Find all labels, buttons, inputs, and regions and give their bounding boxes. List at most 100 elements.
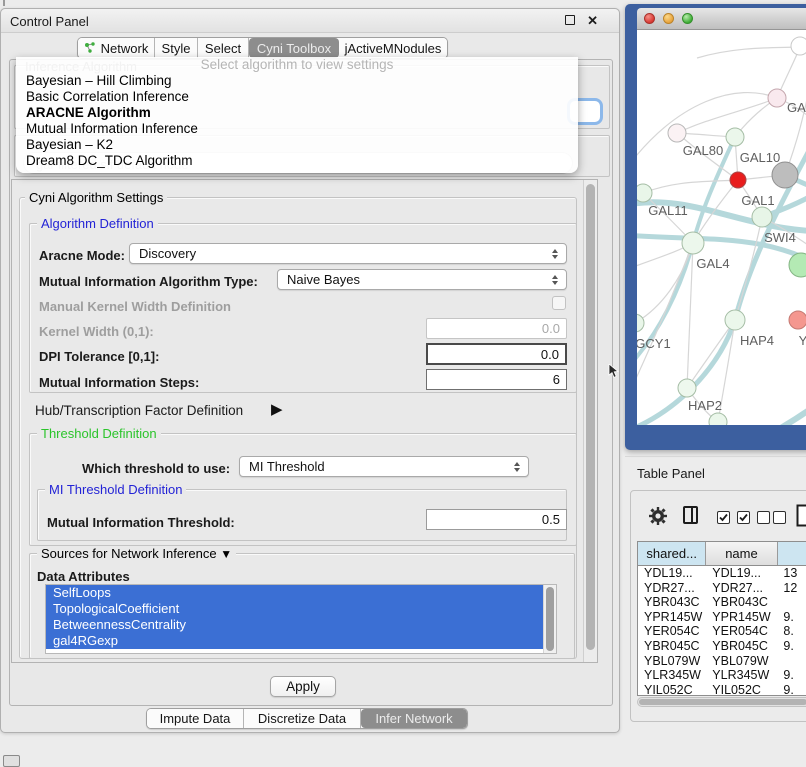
cell [777, 654, 806, 669]
aracne-mode-combo[interactable]: Discovery [129, 243, 567, 264]
window-minimize-button[interactable] [663, 13, 674, 24]
mi-steps-input[interactable]: 6 [426, 369, 567, 390]
new-file-icon[interactable] [796, 504, 806, 527]
sources-title: Sources for Network Inference ▼ [37, 547, 236, 561]
tab-discretize-data[interactable]: Discretize Data [244, 709, 361, 728]
apply-button-label: Apply [286, 679, 320, 694]
sources-collapse-arrow-icon[interactable]: ▼ [220, 547, 232, 561]
list-item[interactable]: TopologicalCoefficient [46, 601, 544, 617]
dropdown-item[interactable]: Basic Correlation Inference [16, 89, 578, 105]
mi-type-label: Mutual Information Algorithm Type: [39, 274, 258, 289]
control-panel: Control Panel ✕ Network Style Select Cyn… [0, 8, 620, 733]
cell: YER054C [638, 624, 706, 639]
minimized-panel-icon[interactable] [3, 755, 20, 767]
mi-steps-value: 6 [553, 372, 560, 387]
column-header-partial[interactable]: A [778, 542, 806, 565]
table-row[interactable]: YIL052C YIL052C 9. [638, 683, 806, 696]
table-row[interactable]: YBR043C YBR043C [638, 595, 806, 610]
table-row[interactable]: YBR045C YBR045C 9. [638, 639, 806, 654]
cell: YBR045C [638, 639, 706, 654]
tab-jactivemnodules-label: jActiveMNodules [345, 41, 442, 56]
select-all-checks-icon[interactable] [717, 511, 750, 529]
node-gal11 [637, 184, 652, 202]
window-zoom-button[interactable] [682, 13, 693, 24]
table-horizontal-scrollbar[interactable] [637, 697, 806, 707]
cell: YBR043C [638, 595, 706, 610]
node [768, 89, 786, 107]
cell: YDL19... [706, 566, 777, 581]
dropdown-item[interactable]: Bayesian – K2 [16, 137, 578, 153]
table-scrollbar-thumb[interactable] [639, 699, 806, 705]
panel-title: Control Panel [10, 14, 89, 29]
settings-scrollbar-thumb[interactable] [586, 184, 595, 650]
tab-style[interactable]: Style [155, 38, 198, 58]
hub-expander-arrow-icon[interactable]: ▶ [271, 400, 283, 418]
node-swi4 [752, 207, 772, 227]
mi-type-combo[interactable]: Naive Bayes [277, 269, 567, 290]
mi-threshold-label: Mutual Information Threshold: [47, 515, 235, 530]
deselect-all-checks-icon[interactable] [757, 511, 786, 529]
cell: 9. [777, 610, 806, 625]
table-row[interactable]: YLR345W YLR345W 9. [638, 668, 806, 683]
table-panel: shared... name A YDL19... YDL19... 13 YD… [630, 490, 806, 722]
stepper-icon [547, 275, 563, 285]
algorithm-definition-title: Algorithm Definition [37, 217, 158, 230]
column-header-shared-name[interactable]: shared... [638, 542, 706, 565]
dropdown-item-selected[interactable]: ARACNE Algorithm [16, 105, 578, 121]
tab-cyni-toolbox[interactable]: Cyni Toolbox [249, 38, 339, 58]
network-view-window: GAL GAL80 GAL10 GAL1 GAL11 SWI4 GAL4 GCY… [625, 4, 806, 450]
cell: YIL052C [638, 683, 706, 696]
algorithm-dropdown-list: Select algorithm to view settings Bayesi… [16, 57, 578, 173]
gear-icon[interactable] [649, 507, 667, 525]
list-vertical-scrollbar[interactable] [543, 585, 556, 653]
tab-network[interactable]: Network [78, 38, 155, 58]
tab-select-label: Select [205, 41, 241, 56]
dpi-tolerance-input[interactable]: 0.0 [426, 343, 567, 365]
cell: YER054C [706, 624, 777, 639]
tab-jactivemnodules[interactable]: jActiveMNodules [339, 38, 447, 58]
float-panel-icon[interactable] [565, 15, 575, 25]
table-row[interactable]: YDR27... YDR27... 12 [638, 581, 806, 596]
mi-steps-label: Mutual Information Steps: [39, 375, 199, 390]
list-item[interactable]: gal4RGexp [46, 633, 544, 649]
dropdown-item[interactable]: Dream8 DC_TDC Algorithm [16, 153, 578, 169]
network-window-titlebar[interactable] [637, 8, 806, 30]
mi-threshold-input[interactable]: 0.5 [426, 509, 567, 530]
kernel-width-input[interactable]: 0.0 [426, 318, 567, 339]
close-panel-icon[interactable]: ✕ [587, 13, 598, 29]
list-item[interactable]: SelfLoops [46, 585, 544, 601]
mi-threshold-title: MI Threshold Definition [45, 483, 186, 496]
tab-infer-network[interactable]: Infer Network [361, 709, 467, 728]
cell: 9. [777, 639, 806, 654]
column-header-name[interactable]: name [706, 542, 777, 565]
which-threshold-combo[interactable]: MI Threshold [239, 456, 529, 477]
table-row[interactable]: YDL19... YDL19... 13 [638, 566, 806, 581]
apply-button[interactable]: Apply [270, 676, 336, 697]
table-body: YDL19... YDL19... 13 YDR27... YDR27... 1… [638, 566, 806, 696]
list-item[interactable]: BetweennessCentrality [46, 617, 544, 633]
dropdown-item[interactable]: Bayesian – Hill Climbing [16, 73, 578, 89]
dropdown-item[interactable]: Mutual Information Inference [16, 121, 578, 137]
node-gcy1 [637, 314, 644, 332]
kernel-width-label: Kernel Width (0,1): [39, 324, 154, 339]
network-canvas[interactable]: GAL GAL80 GAL10 GAL1 GAL11 SWI4 GAL4 GCY… [637, 30, 806, 425]
cell: 12 [777, 581, 806, 596]
manual-kernel-checkbox[interactable] [552, 296, 566, 310]
split-columns-icon[interactable] [683, 506, 698, 524]
which-threshold-value: MI Threshold [240, 459, 509, 474]
dropdown-placeholder: Select algorithm to view settings [16, 57, 578, 73]
window-close-button[interactable] [644, 13, 655, 24]
data-attributes-list: SelfLoops TopologicalCoefficient Between… [45, 584, 557, 654]
table-row[interactable]: YER054C YER054C 8. [638, 624, 806, 639]
table-row[interactable]: YBL079W YBL079W [638, 654, 806, 669]
list-scrollbar-thumb[interactable] [546, 587, 554, 651]
node [791, 37, 806, 55]
tab-impute-data[interactable]: Impute Data [147, 709, 244, 728]
table-row[interactable]: YPR145W YPR145W 9. [638, 610, 806, 625]
settings-vertical-scrollbar[interactable] [583, 180, 597, 662]
cell: YPR145W [706, 610, 777, 625]
cell: YLR345W [638, 668, 706, 683]
node-label: GAL [787, 100, 806, 115]
tab-select[interactable]: Select [198, 38, 249, 58]
hub-definition-label[interactable]: Hub/Transcription Factor Definition [35, 403, 243, 418]
